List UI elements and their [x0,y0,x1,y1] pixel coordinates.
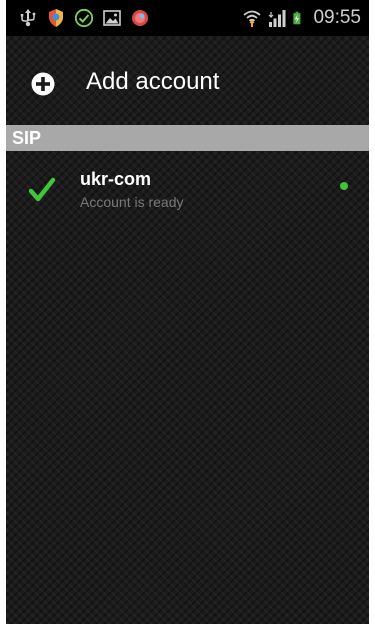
wifi-icon [243,10,262,27]
shield-icon [49,9,63,27]
add-account-label: Add account [86,68,220,95]
status-clock: 09:55 [313,7,361,28]
account-item[interactable]: ukr-com Account is ready [6,152,369,224]
system-icons: 09:55 [242,6,361,30]
battery-charging-icon [293,11,301,25]
app-notification-icon [132,10,148,26]
phone-screen: 09:55 Add account SIP ukr-com Account is… [6,0,369,624]
section-label: SIP [12,128,42,148]
add-account-button[interactable]: Add account [6,50,369,118]
image-icon [103,10,121,26]
account-status-text: Account is ready [80,194,184,210]
account-name: ukr-com [80,169,152,189]
checkmark-icon [28,177,56,202]
signal-icon [269,10,286,27]
section-header-sip: SIP [6,125,369,151]
notification-icons [18,8,150,28]
plus-circle-icon [31,72,55,96]
status-bar: 09:55 [6,0,369,36]
account-status-dot [340,182,348,190]
check-circle-icon [74,8,94,28]
usb-icon [20,9,36,27]
